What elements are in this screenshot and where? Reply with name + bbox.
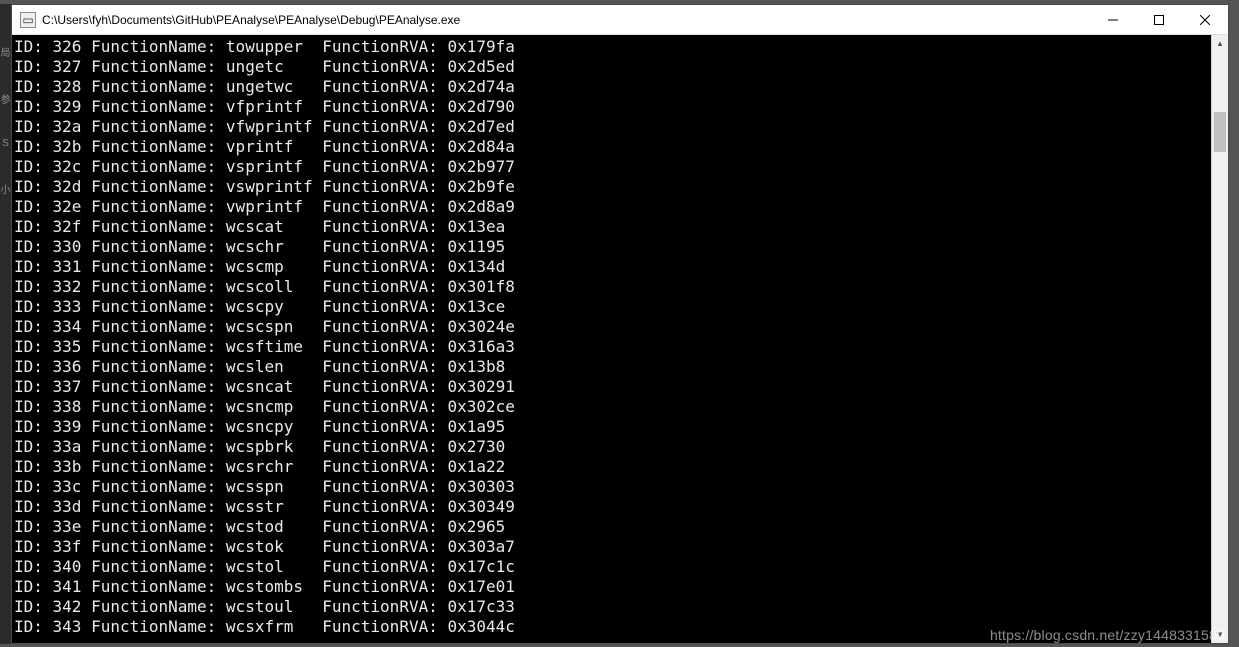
console-line: ID: 33c FunctionName: wcsspn FunctionRVA… xyxy=(14,477,1211,497)
vertical-scrollbar[interactable]: ▲ ▼ xyxy=(1211,35,1228,643)
console-line: ID: 33d FunctionName: wcsstr FunctionRVA… xyxy=(14,497,1211,517)
console-line: ID: 33f FunctionName: wcstok FunctionRVA… xyxy=(14,537,1211,557)
console-line: ID: 340 FunctionName: wcstol FunctionRVA… xyxy=(14,557,1211,577)
titlebar[interactable]: ▭ C:\Users\fyh\Documents\GitHub\PEAnalys… xyxy=(12,5,1228,35)
scroll-up-button[interactable]: ▲ xyxy=(1212,35,1228,52)
close-button[interactable] xyxy=(1182,5,1228,34)
console-line: ID: 331 FunctionName: wcscmp FunctionRVA… xyxy=(14,257,1211,277)
scroll-thumb[interactable] xyxy=(1214,112,1226,152)
console-line: ID: 32a FunctionName: vfwprintf Function… xyxy=(14,117,1211,137)
console-line: ID: 338 FunctionName: wcsncmp FunctionRV… xyxy=(14,397,1211,417)
console-line: ID: 33e FunctionName: wcstod FunctionRVA… xyxy=(14,517,1211,537)
watermark: https://blog.csdn.net/zzy1448331580 xyxy=(990,627,1225,643)
console-line: ID: 33a FunctionName: wcspbrk FunctionRV… xyxy=(14,437,1211,457)
console-line: ID: 335 FunctionName: wcsftime FunctionR… xyxy=(14,337,1211,357)
client-area: ID: 326 FunctionName: towupper FunctionR… xyxy=(12,35,1228,643)
console-line: ID: 329 FunctionName: vfprintf FunctionR… xyxy=(14,97,1211,117)
console-line: ID: 334 FunctionName: wcscspn FunctionRV… xyxy=(14,317,1211,337)
console-line: ID: 33b FunctionName: wcsrchr FunctionRV… xyxy=(14,457,1211,477)
console-line: ID: 32d FunctionName: vswprintf Function… xyxy=(14,177,1211,197)
console-line: ID: 337 FunctionName: wcsncat FunctionRV… xyxy=(14,377,1211,397)
console-line: ID: 326 FunctionName: towupper FunctionR… xyxy=(14,37,1211,57)
console-line: ID: 32e FunctionName: vwprintf FunctionR… xyxy=(14,197,1211,217)
editor-gutter: 局参S小 xyxy=(0,4,11,644)
maximize-button[interactable] xyxy=(1136,5,1182,34)
console-line: ID: 32f FunctionName: wcscat FunctionRVA… xyxy=(14,217,1211,237)
console-output[interactable]: ID: 326 FunctionName: towupper FunctionR… xyxy=(12,35,1211,643)
console-line: ID: 32c FunctionName: vsprintf FunctionR… xyxy=(14,157,1211,177)
window-title: C:\Users\fyh\Documents\GitHub\PEAnalyse\… xyxy=(42,13,1090,27)
console-line: ID: 328 FunctionName: ungetwc FunctionRV… xyxy=(14,77,1211,97)
console-line: ID: 341 FunctionName: wcstombs FunctionR… xyxy=(14,577,1211,597)
minimize-button[interactable] xyxy=(1090,5,1136,34)
window-controls xyxy=(1090,5,1228,34)
console-line: ID: 333 FunctionName: wcscpy FunctionRVA… xyxy=(14,297,1211,317)
app-icon: ▭ xyxy=(20,12,36,28)
console-line: ID: 32b FunctionName: vprintf FunctionRV… xyxy=(14,137,1211,157)
scroll-track[interactable] xyxy=(1212,52,1228,626)
console-line: ID: 336 FunctionName: wcslen FunctionRVA… xyxy=(14,357,1211,377)
console-line: ID: 330 FunctionName: wcschr FunctionRVA… xyxy=(14,237,1211,257)
console-window: ▭ C:\Users\fyh\Documents\GitHub\PEAnalys… xyxy=(11,4,1229,644)
console-line: ID: 342 FunctionName: wcstoul FunctionRV… xyxy=(14,597,1211,617)
console-line: ID: 339 FunctionName: wcsncpy FunctionRV… xyxy=(14,417,1211,437)
console-line: ID: 327 FunctionName: ungetc FunctionRVA… xyxy=(14,57,1211,77)
console-line: ID: 332 FunctionName: wcscoll FunctionRV… xyxy=(14,277,1211,297)
